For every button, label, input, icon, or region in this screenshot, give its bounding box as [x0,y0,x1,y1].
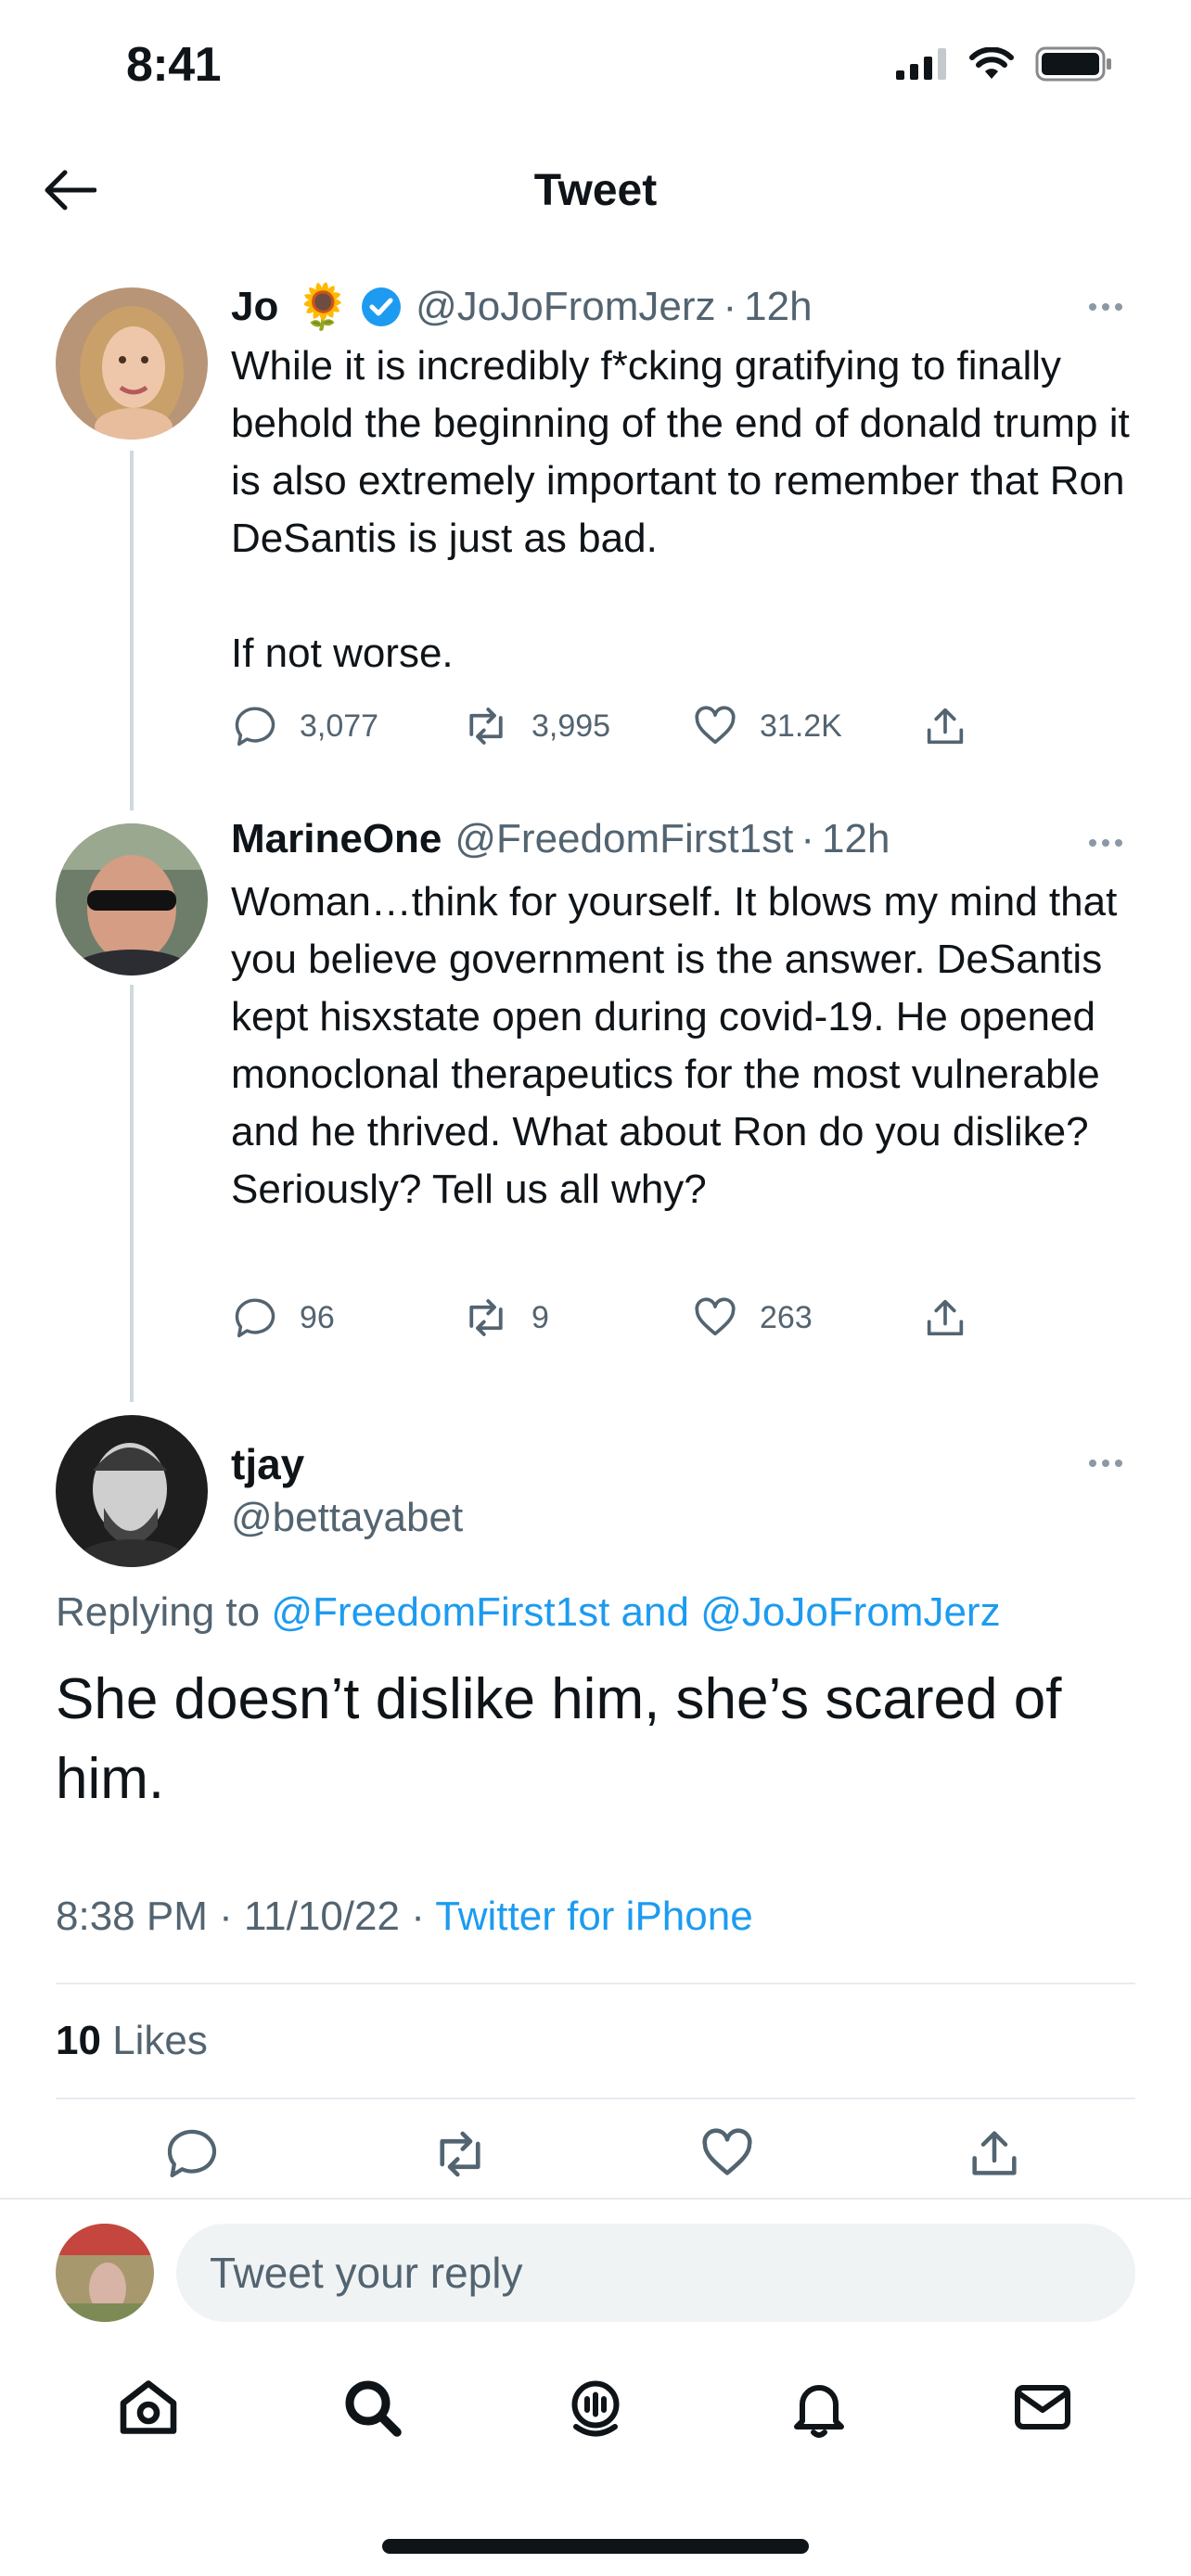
battery-icon [1035,46,1111,82]
retweet-count: 9 [531,1299,549,1335]
tweet-text: She doesn’t dislike him, she’s scared of… [56,1667,1062,1811]
reply-button[interactable]: 96 [231,1294,461,1342]
likes-count: 10 [56,2018,101,2063]
retweet-button[interactable]: 3,995 [461,701,691,751]
share-button[interactable] [921,1294,969,1342]
retweet-icon[interactable] [429,2123,491,2185]
search-icon[interactable] [339,2374,405,2441]
reply-count: 96 [300,1299,335,1335]
main-tweet-actions [56,2123,1135,2185]
replying-to-link[interactable]: @FreedomFirst1st and @JoJoFromJerz [271,1589,1000,1635]
replying-to: Replying to @FreedomFirst1st and @JoJoFr… [56,1589,1001,1636]
reply-placeholder: Tweet your reply [210,2249,523,2297]
dot-separator: · [800,816,815,861]
tab-bar [0,2374,1191,2441]
reply-icon[interactable] [162,2123,222,2183]
retweet-icon [469,708,503,745]
composer-divider [0,2198,1191,2200]
handle[interactable]: @JoJoFromJerz [416,284,715,330]
reply-icon [235,1298,275,1338]
tweet-header: Jo 🌻 @JoJoFromJerz · 12h [231,280,813,333]
heart-icon [695,706,736,745]
like-count: 31.2K [760,708,842,744]
verified-badge-icon [362,287,402,326]
retweet-icon [469,1299,503,1336]
notifications-icon[interactable] [786,2374,852,2441]
timestamp-text: 8:38 PM · 11/10/22 · [56,1894,425,1939]
share-icon [927,708,964,745]
like-button[interactable]: 31.2K [691,702,921,750]
display-name[interactable]: MarineOne [231,816,442,862]
likes-summary[interactable]: 10 Likes [56,2018,208,2064]
tweet-actions: 96 9 263 [231,1293,969,1343]
reply-input[interactable]: Tweet your reply [176,2224,1135,2322]
home-indicator [382,2539,809,2554]
handle[interactable]: @bettayabet [231,1495,463,1541]
spaces-icon[interactable] [562,2374,629,2441]
tweet-time: 12h [822,816,890,861]
thread-connector [130,451,134,810]
share-icon [927,1299,964,1336]
tweet-actions: 3,077 3,995 31.2K [231,701,969,751]
avatar[interactable] [56,287,208,440]
dot-separator: · [723,283,737,329]
wifi-icon [969,47,1014,79]
share-icon[interactable] [965,2123,1024,2183]
home-icon[interactable] [115,2374,182,2441]
tweet-text: While it is incredibly f*cking gratifyin… [231,343,1130,676]
signal-icon [896,48,946,80]
more-options-icon[interactable] [1089,837,1133,848]
like-count: 263 [760,1299,813,1335]
sunflower-emoji: 🌻 [295,283,352,332]
heart-icon [695,1297,736,1336]
like-button[interactable]: 263 [691,1294,921,1342]
retweet-count: 3,995 [531,708,611,744]
divider [56,2098,1135,2099]
likes-label: Likes [112,2018,208,2063]
reply-icon [235,707,275,746]
reply-button[interactable]: 3,077 [231,702,461,750]
handle[interactable]: @FreedomFirst1st [455,816,793,862]
tweet-text: Woman…think for yourself. It blows my mi… [231,879,1118,1212]
retweet-button[interactable]: 9 [461,1293,691,1343]
my-avatar[interactable] [56,2224,154,2322]
tweet-time: 12h [744,283,813,329]
messages-icon[interactable] [1009,2374,1076,2441]
display-name[interactable]: tjay [231,1439,304,1489]
share-button[interactable] [921,702,969,750]
more-options-icon[interactable] [1089,1458,1133,1469]
tweet-source-link[interactable]: Twitter for iPhone [435,1894,752,1939]
status-time: 8:41 [126,38,222,92]
tweet-header: MarineOne @FreedomFirst1st · 12h [231,816,890,862]
divider [56,1983,1135,1984]
tweet-timestamp: 8:38 PM · 11/10/22 · Twitter for iPhone [56,1894,753,1940]
replying-prefix: Replying to [56,1589,261,1635]
status-icons [896,46,1113,82]
more-options-icon[interactable] [1089,301,1133,312]
thread-connector [130,985,134,1402]
avatar[interactable] [56,1415,208,1567]
page-title: Tweet [533,166,658,215]
reply-count: 3,077 [300,708,379,744]
display-name[interactable]: Jo [231,284,278,330]
avatar[interactable] [56,823,208,976]
heart-icon[interactable] [698,2123,757,2183]
